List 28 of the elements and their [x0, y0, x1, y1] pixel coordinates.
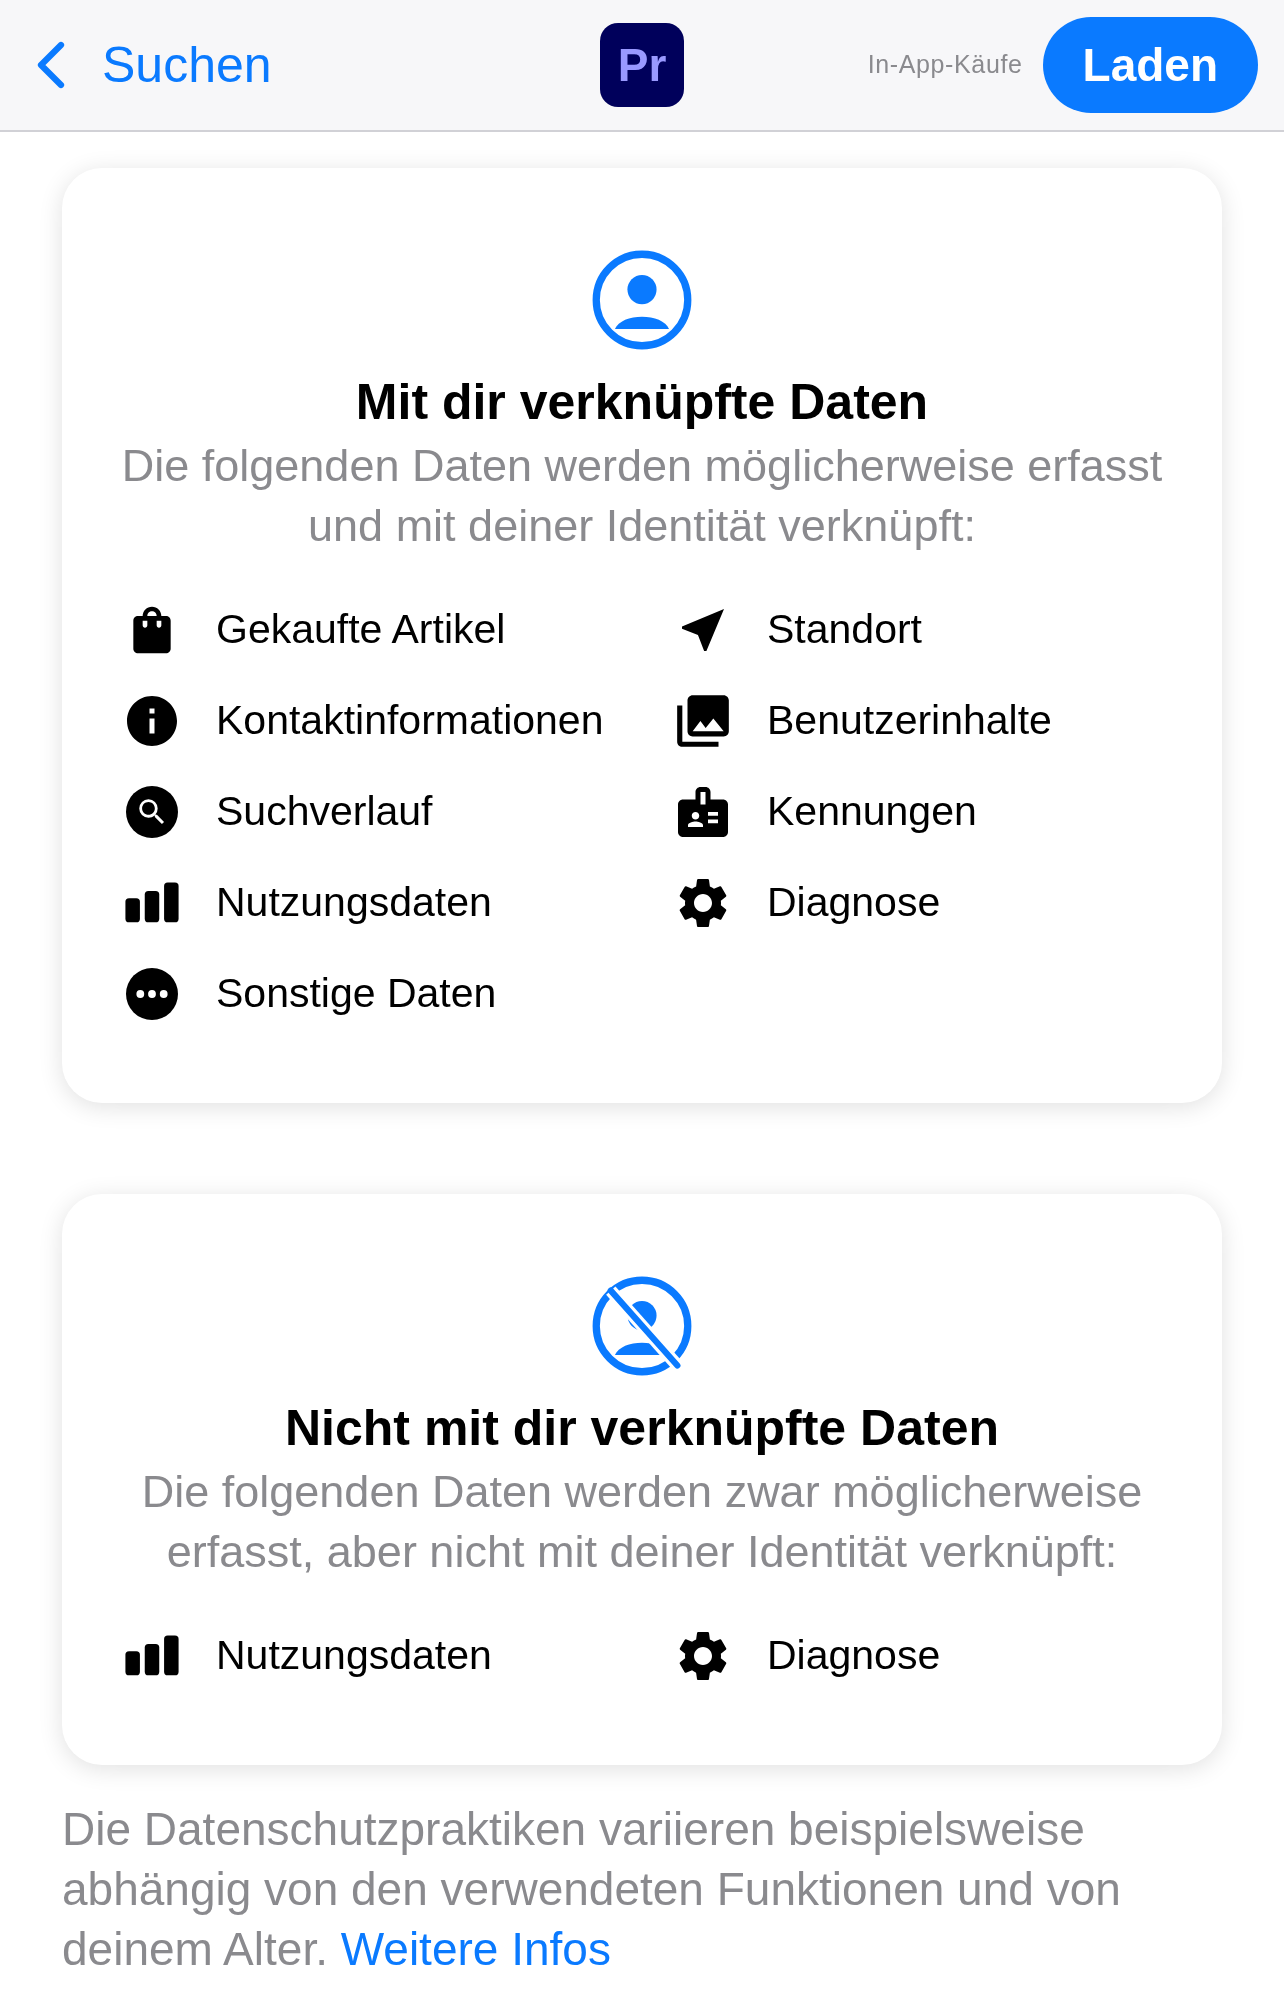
more-info-link[interactable]: Weitere Infos [340, 1923, 611, 1975]
person-crossed-icon [590, 1274, 694, 1378]
privacy-note: Die Datenschutzpraktiken variieren beispielsweise abhängig von den verwendeten Funktionen und von deinem Alter. Weitere Infos [62, 1802, 1122, 1977]
more-icon [126, 967, 178, 1020]
chevron-icon [36, 39, 66, 91]
card-description: Die folgenden Daten werden zwar möglicherweise erfasst, aber nicht mit deiner Identität verknüpft: [140, 1465, 1144, 1579]
data-type-label: Standort [767, 604, 922, 654]
data-type-label: Gekaufte Artikel [216, 604, 506, 654]
data-type-label: Sonstige Daten [216, 968, 497, 1018]
back-button[interactable]: Suchen [36, 27, 416, 103]
data-type-label: Nutzungsdaten [216, 877, 492, 927]
data-type-label: Diagnose [767, 877, 941, 927]
bar-chart-icon [123, 880, 181, 925]
card-description: Die folgenden Daten werden möglicherweise erfasst und mit deiner Identität verknüpft: [120, 439, 1164, 553]
data-type-label: Kontaktinformationen [216, 695, 604, 745]
data-type-label: Benutzerinhalte [767, 695, 1052, 745]
bar-chart-icon [123, 1633, 181, 1678]
data-type-label: Diagnose [767, 1630, 941, 1680]
app-icon: Pr [600, 23, 684, 107]
person-circle-icon [590, 248, 694, 352]
data-type-label: Kennungen [767, 786, 977, 836]
get-button[interactable]: Laden [1042, 17, 1258, 113]
search-icon [126, 785, 178, 838]
data-type-label: Suchverlauf [216, 786, 433, 836]
in-app-purchases-label: In-App-Käufe [867, 49, 1023, 81]
card-title: Nicht mit dir verknüpfte Daten [285, 1399, 999, 1458]
card-title: Mit dir verknüpfte Daten [355, 373, 929, 432]
data-type-label: Nutzungsdaten [216, 1630, 492, 1680]
